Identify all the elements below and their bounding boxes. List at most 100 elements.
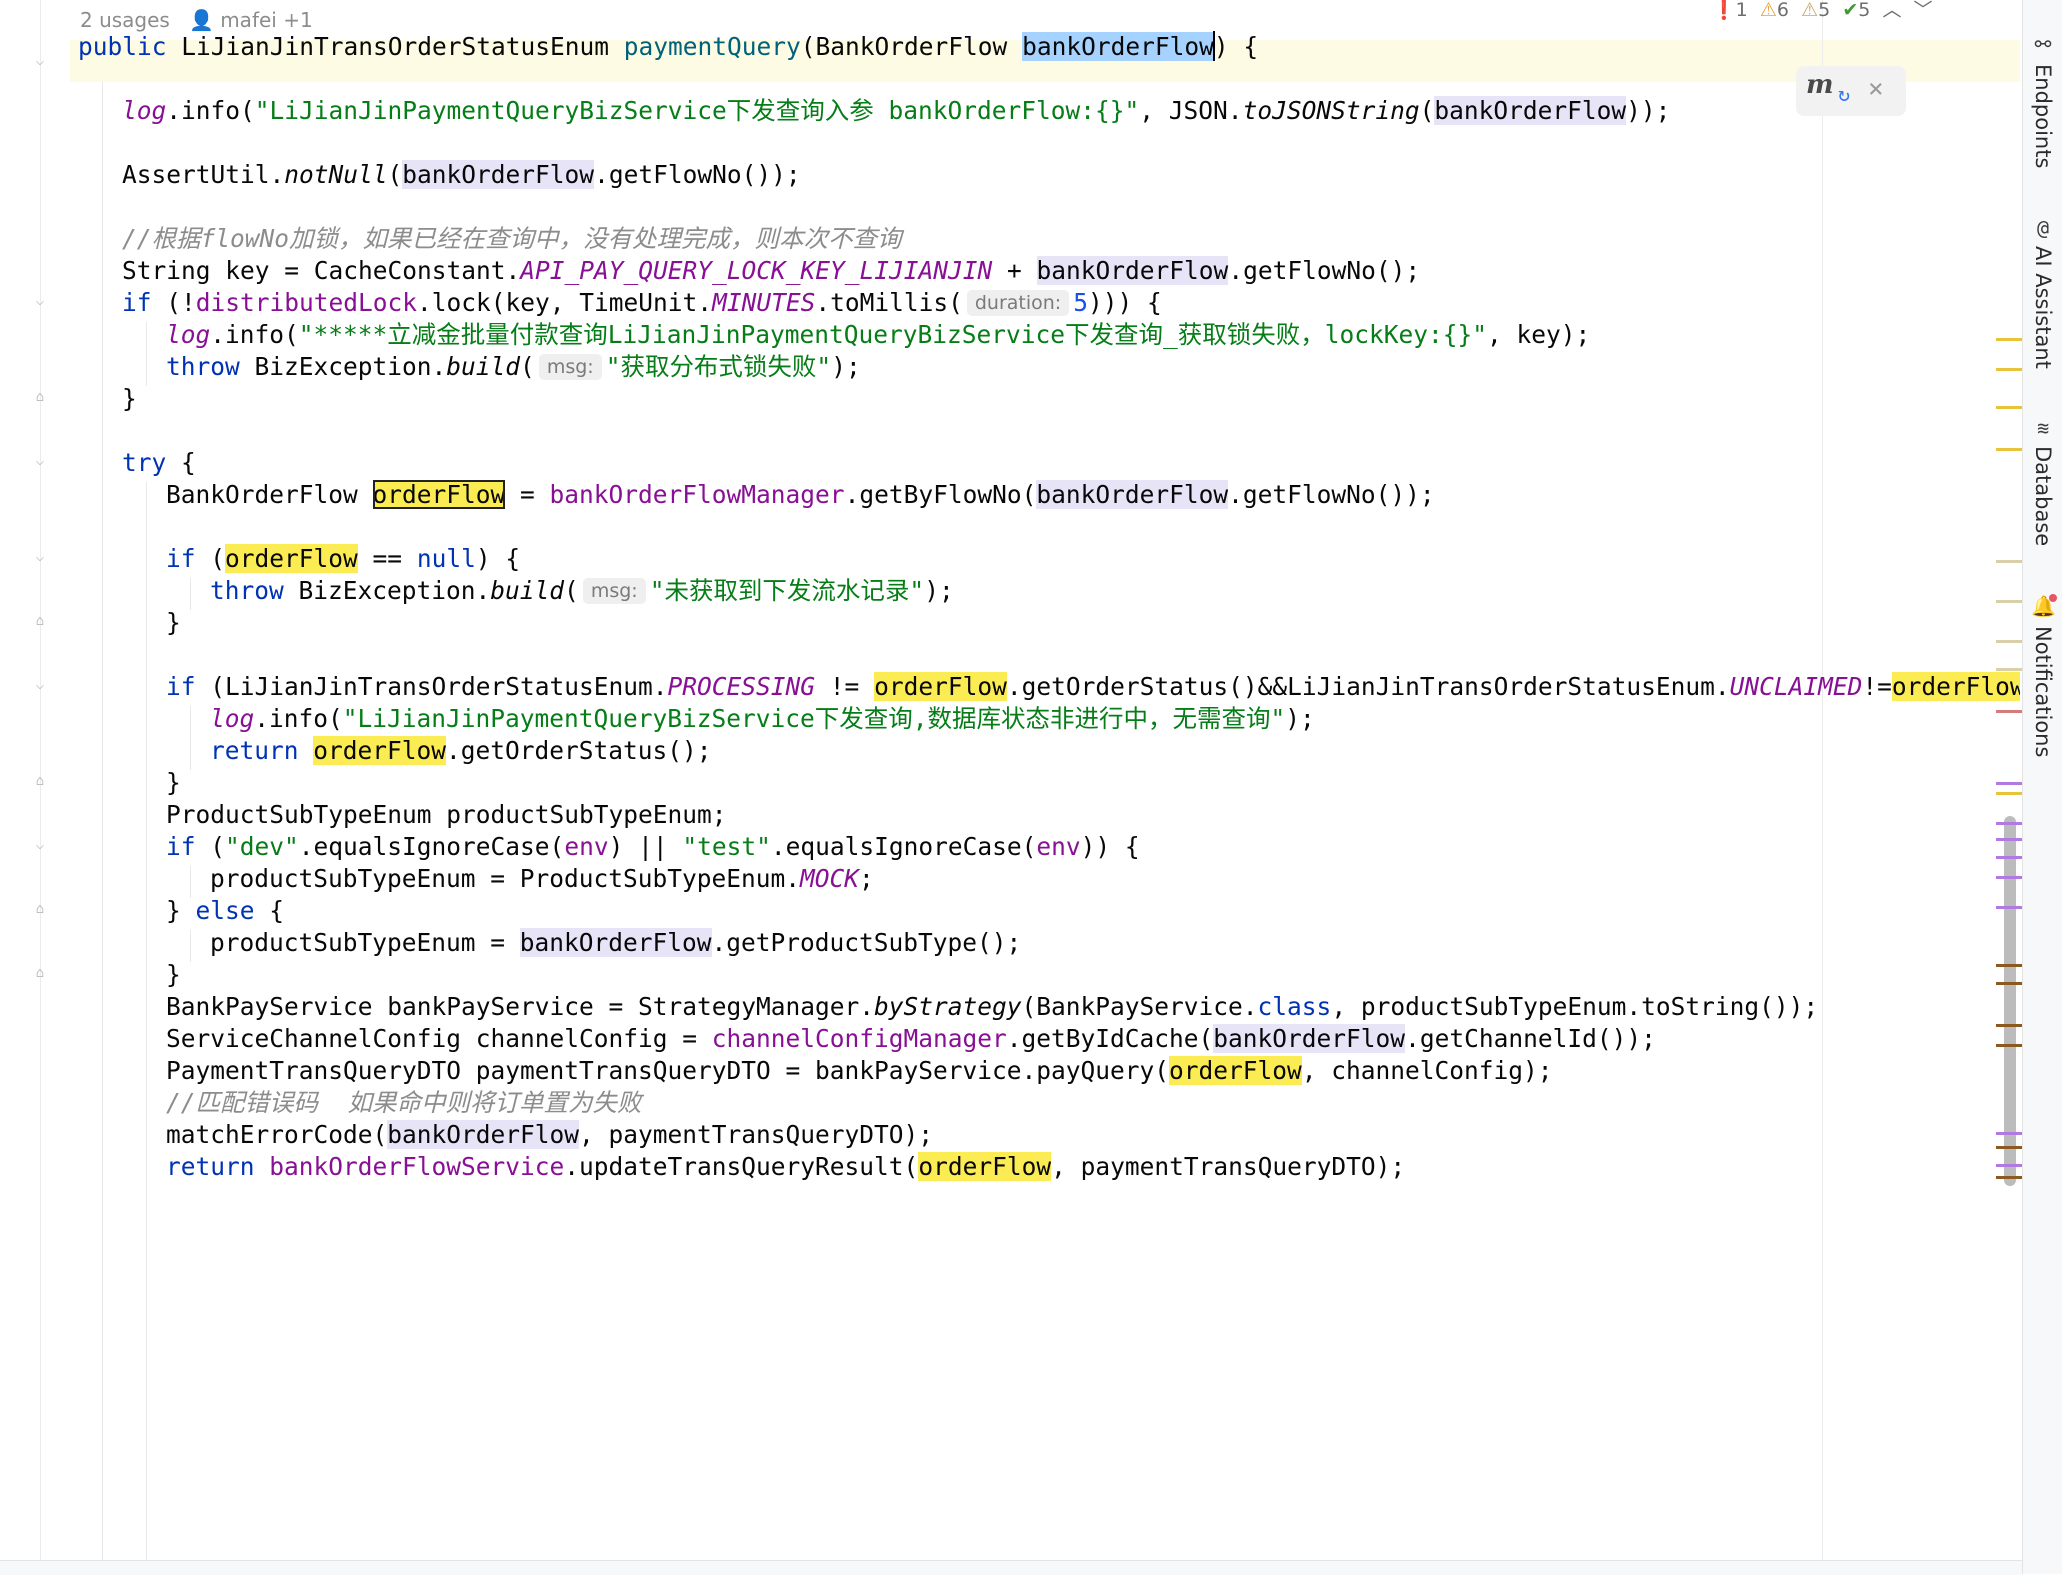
- inspection-widget[interactable]: ❗1 ⚠6 ⚠5 ✔5 ︿ ﹀: [1712, 0, 1933, 20]
- code-line[interactable]: AssertUtil.notNull(bankOrderFlow.getFlow…: [122, 154, 801, 196]
- read-usage-mark[interactable]: [1996, 982, 2022, 985]
- static-call[interactable]: byStrategy: [874, 992, 1022, 1021]
- vertical-scrollbar[interactable]: [2002, 0, 2020, 1560]
- maven-reload-popup[interactable]: m ↻ ×: [1796, 66, 1906, 116]
- code-line[interactable]: productSubTypeEnum = bankOrderFlow.getPr…: [210, 922, 1021, 964]
- usage-mark[interactable]: [1996, 856, 2022, 859]
- warning-mark[interactable]: [1996, 792, 2022, 795]
- endpoints-icon[interactable]: ⚯: [2031, 32, 2055, 56]
- code-editor[interactable]: public LiJianJinTransOrderStatusEnum pay…: [70, 0, 2020, 1560]
- usage-mark[interactable]: [1996, 560, 2022, 563]
- code-line[interactable]: throw BizException.build(msg: "未获取到下发流水记录…: [210, 570, 954, 612]
- code-line[interactable]: public LiJianJinTransOrderStatusEnum pay…: [78, 26, 1258, 68]
- fold-icon[interactable]: ⌵: [32, 836, 48, 854]
- read-usage-mark[interactable]: [1996, 1044, 2022, 1047]
- error-count[interactable]: 1: [1736, 0, 1748, 21]
- fold-icon[interactable]: ⌵: [32, 548, 48, 566]
- constant[interactable]: API_PAY_QUERY_LOCK_KEY_LIJIANJIN: [520, 256, 992, 285]
- typo-count[interactable]: 5: [1858, 0, 1870, 21]
- usage-mark[interactable]: [1996, 838, 2022, 841]
- fold-icon[interactable]: ⌵: [32, 292, 48, 310]
- maven-icon[interactable]: m: [1806, 70, 1834, 100]
- static-call[interactable]: build: [490, 576, 564, 605]
- tool-window-ai-assistant[interactable]: AI Assistant: [2031, 246, 2055, 369]
- error-icon[interactable]: ❗: [1712, 0, 1736, 21]
- fold-end-icon[interactable]: ⌂: [32, 900, 48, 918]
- warning-icon[interactable]: ⚠: [1760, 0, 1777, 21]
- error-mark[interactable]: [1996, 710, 2022, 713]
- fold-icon[interactable]: ⌵: [32, 52, 48, 70]
- code-line[interactable]: return bankOrderFlowService.updateTransQ…: [166, 1146, 1405, 1188]
- code-line[interactable]: throw BizException.build(msg: "获取分布式锁失败")…: [166, 346, 861, 388]
- read-usage-mark[interactable]: [1996, 1176, 2022, 1179]
- weak-warning-icon[interactable]: ⚠: [1801, 0, 1818, 21]
- code-line[interactable]: BankOrderFlow orderFlow = bankOrderFlowM…: [166, 474, 1435, 516]
- tool-window-notifications[interactable]: Notifications: [2031, 626, 2055, 757]
- static-call[interactable]: notNull: [284, 160, 387, 189]
- usage-mark[interactable]: [1996, 640, 2022, 643]
- warning-mark[interactable]: [1996, 448, 2022, 451]
- usage-mark[interactable]: [1996, 1164, 2022, 1167]
- refresh-icon[interactable]: ↻: [1838, 82, 1850, 106]
- warning-mark[interactable]: [1996, 338, 2022, 341]
- variable-declaration[interactable]: orderFlow: [372, 480, 506, 509]
- log-field[interactable]: log: [166, 320, 210, 349]
- usage-mark[interactable]: [1996, 1132, 2022, 1135]
- code-line[interactable]: }: [166, 602, 181, 644]
- constant[interactable]: MINUTES: [712, 288, 815, 317]
- variable-usage[interactable]: orderFlow: [918, 1152, 1052, 1181]
- fold-icon[interactable]: ⌵: [32, 676, 48, 694]
- fold-end-icon[interactable]: ⌂: [32, 612, 48, 630]
- variable-usage[interactable]: bankOrderFlow: [1434, 96, 1627, 125]
- constant[interactable]: PROCESSING: [668, 672, 816, 701]
- selected-parameter[interactable]: bankOrderFlow: [1022, 32, 1214, 61]
- field[interactable]: bankOrderFlowService: [269, 1152, 564, 1181]
- field[interactable]: distributedLock: [196, 288, 417, 317]
- variable-usage[interactable]: bankOrderFlow: [1213, 1024, 1406, 1053]
- constant[interactable]: UNCLAIMED: [1730, 672, 1863, 701]
- read-usage-mark[interactable]: [1996, 964, 2022, 967]
- log-field[interactable]: log: [210, 704, 254, 733]
- variable-usage[interactable]: bankOrderFlow: [402, 160, 595, 189]
- variable-usage[interactable]: orderFlow: [225, 544, 358, 573]
- method-name[interactable]: paymentQuery: [624, 32, 801, 61]
- variable-usage[interactable]: orderFlow: [1169, 1056, 1302, 1085]
- warning-mark[interactable]: [1996, 406, 2022, 409]
- ai-assistant-icon[interactable]: @: [2031, 216, 2055, 240]
- fold-icon[interactable]: ⌵: [32, 452, 48, 470]
- warning-count[interactable]: 6: [1777, 0, 1789, 21]
- chevron-down-icon[interactable]: ﹀: [1914, 0, 1933, 21]
- database-icon[interactable]: ≋: [2031, 416, 2055, 440]
- weak-warning-count[interactable]: 5: [1818, 0, 1830, 21]
- variable-usage[interactable]: bankOrderFlow: [1036, 256, 1229, 285]
- usage-mark[interactable]: [1996, 600, 2022, 603]
- variable-usage[interactable]: bankOrderFlow: [1036, 480, 1229, 509]
- usage-mark[interactable]: [1996, 906, 2022, 909]
- field[interactable]: env: [564, 832, 608, 861]
- usage-mark[interactable]: [1996, 822, 2022, 825]
- usage-mark[interactable]: [1996, 668, 2022, 671]
- variable-usage[interactable]: orderFlow: [874, 672, 1007, 701]
- field[interactable]: env: [1036, 832, 1080, 861]
- scrollbar-thumb[interactable]: [2004, 816, 2016, 1186]
- chevron-up-icon[interactable]: ︿: [1882, 0, 1901, 21]
- variable-usage[interactable]: orderFlow: [1891, 672, 2020, 701]
- field[interactable]: channelConfigManager: [712, 1024, 1007, 1053]
- static-call[interactable]: build: [446, 352, 520, 381]
- code-line[interactable]: log.info("LiJianJinPaymentQueryBizServic…: [122, 90, 1670, 132]
- field[interactable]: bankOrderFlowManager: [550, 480, 845, 509]
- read-usage-mark[interactable]: [1996, 1146, 2022, 1149]
- read-usage-mark[interactable]: [1996, 1024, 2022, 1027]
- close-icon[interactable]: ×: [1868, 74, 1884, 104]
- code-line[interactable]: }: [122, 378, 137, 420]
- tool-window-database[interactable]: Database: [2031, 446, 2055, 546]
- variable-usage[interactable]: bankOrderFlow: [519, 928, 712, 957]
- fold-end-icon[interactable]: ⌂: [32, 388, 48, 406]
- constant[interactable]: MOCK: [800, 864, 859, 893]
- static-call[interactable]: toJSONString: [1243, 96, 1420, 125]
- code-line[interactable]: return orderFlow.getOrderStatus();: [210, 730, 712, 772]
- tool-window-endpoints[interactable]: Endpoints: [2031, 64, 2055, 168]
- warning-mark[interactable]: [1996, 368, 2022, 371]
- variable-usage[interactable]: bankOrderFlow: [387, 1120, 580, 1149]
- code-line[interactable]: productSubTypeEnum = ProductSubTypeEnum.…: [210, 858, 874, 900]
